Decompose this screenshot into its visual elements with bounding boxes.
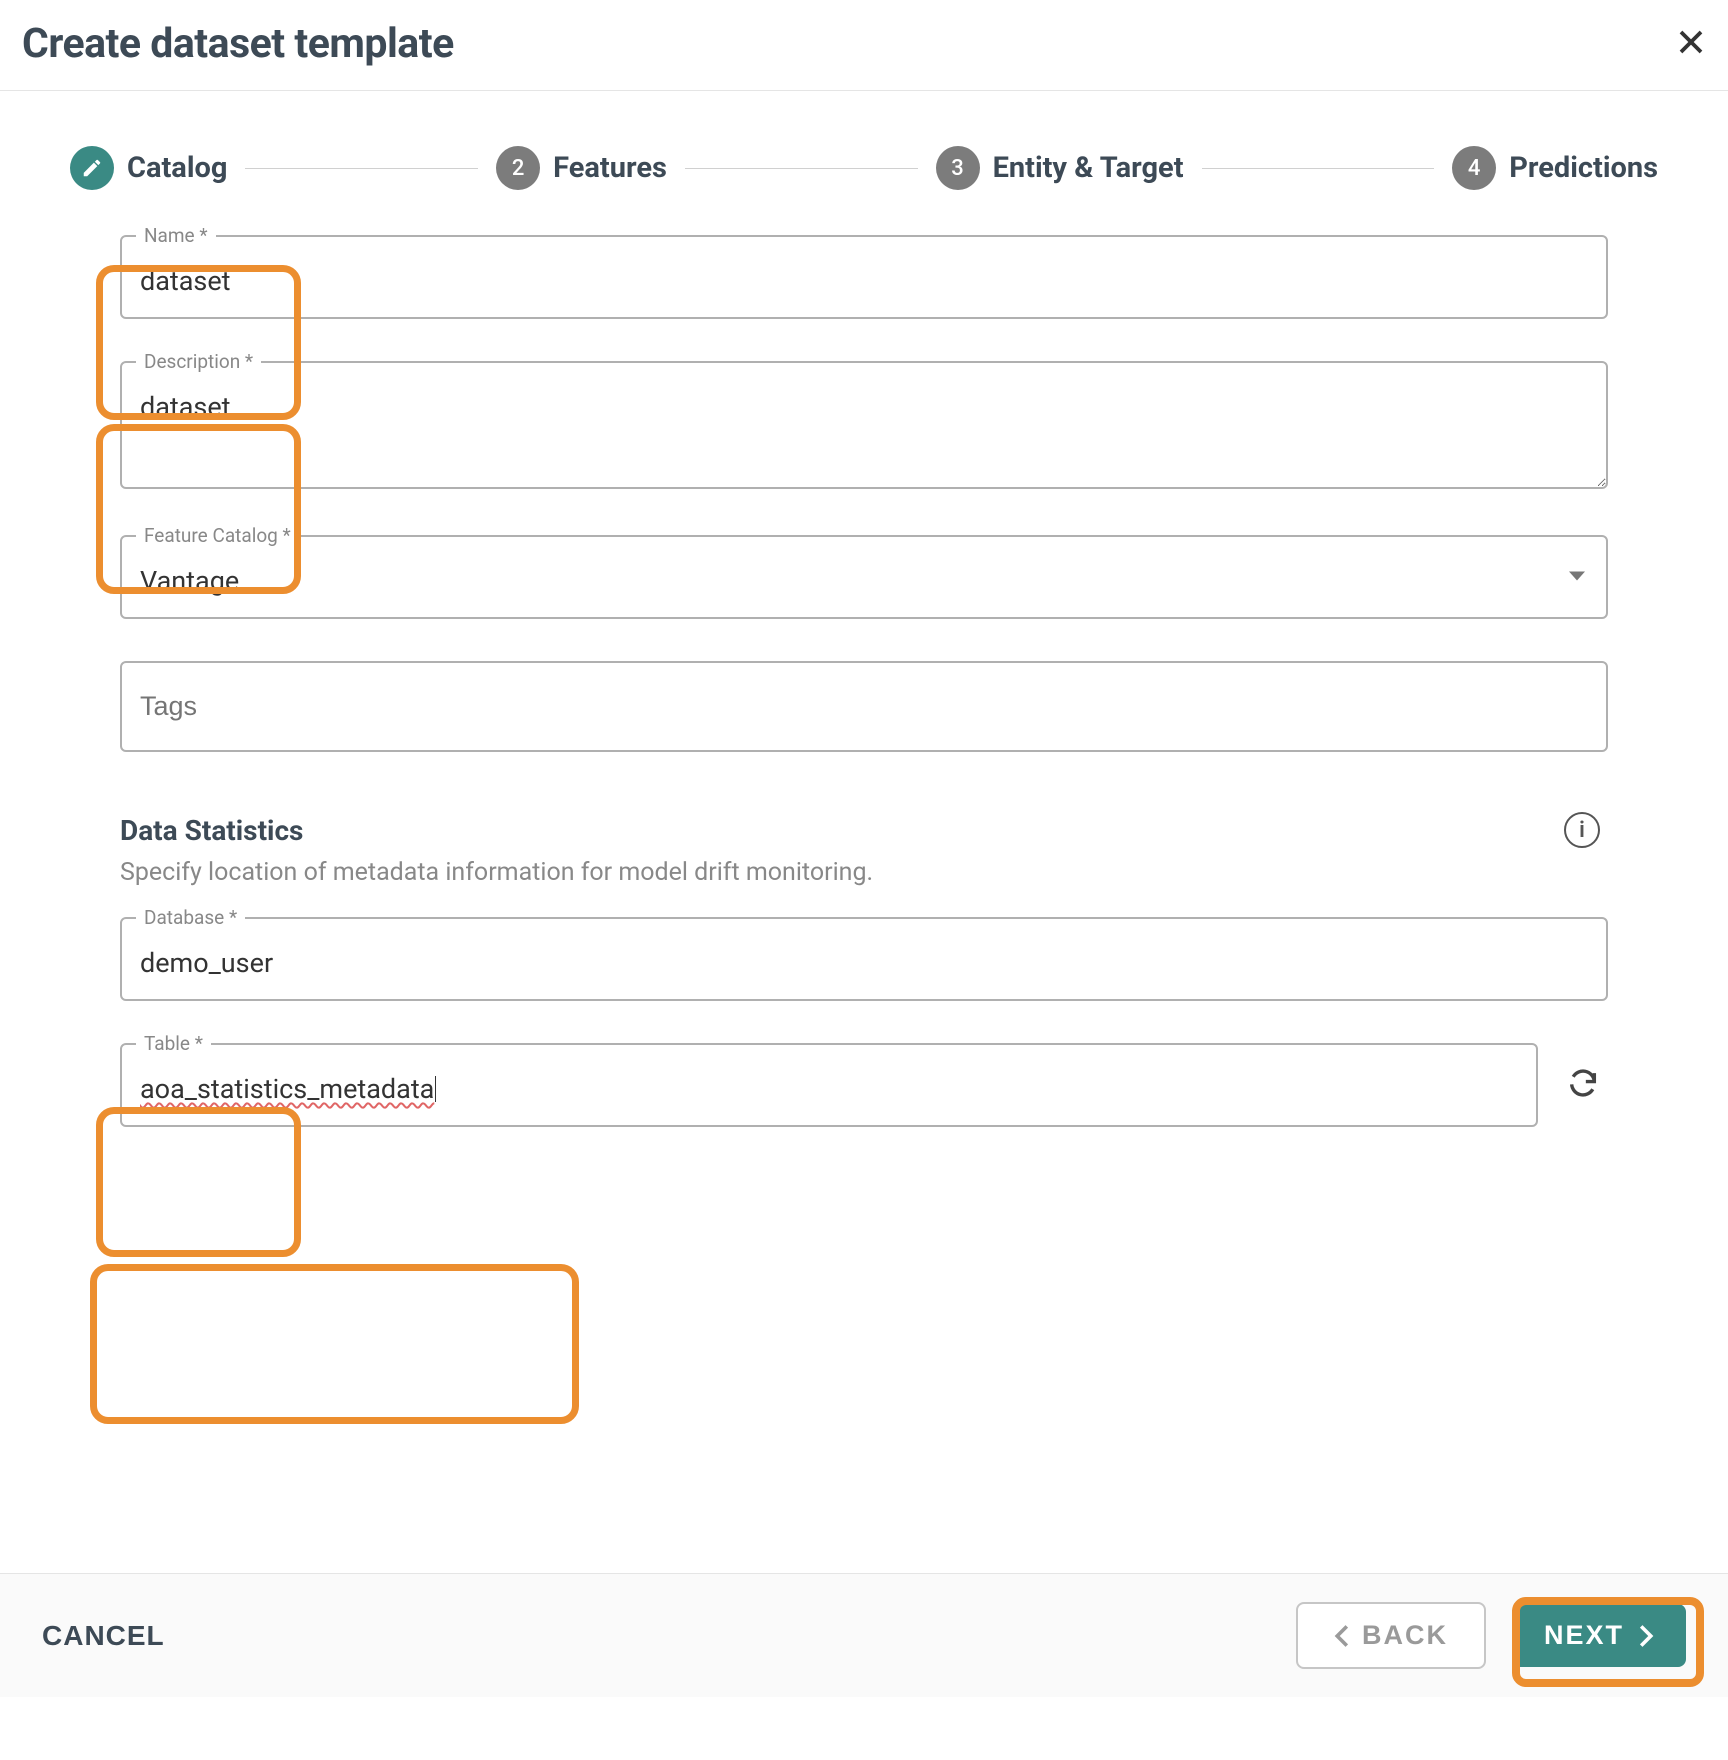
create-dataset-dialog: Create dataset template Catalog 2 Featur… — [0, 0, 1728, 1697]
step-divider — [245, 168, 478, 169]
database-field-wrap: Database * — [120, 917, 1608, 1001]
step-divider — [685, 168, 918, 169]
step-catalog[interactable]: Catalog — [70, 146, 227, 190]
table-input[interactable]: aoa_statistics_metadata — [120, 1043, 1538, 1127]
close-icon — [1676, 27, 1706, 57]
data-statistics-desc: Specify location of metadata information… — [120, 858, 1608, 887]
description-label: Description * — [136, 350, 261, 373]
feature-catalog-label: Feature Catalog * — [136, 524, 299, 547]
feature-catalog-select[interactable]: Vantage — [120, 535, 1608, 619]
table-input-text: aoa_statistics_metadata — [140, 1073, 434, 1105]
cancel-button[interactable]: CANCEL — [42, 1620, 165, 1652]
step-number: 4 — [1452, 146, 1496, 190]
tags-field-wrap — [120, 661, 1608, 752]
step-label: Predictions — [1509, 151, 1658, 185]
database-label: Database * — [136, 906, 245, 929]
step-number: 3 — [936, 146, 980, 190]
dialog-footer: CANCEL BACK NEXT — [0, 1573, 1728, 1697]
chevron-right-icon — [1638, 1624, 1654, 1648]
pencil-icon — [70, 146, 114, 190]
chevron-left-icon — [1334, 1624, 1350, 1648]
info-icon[interactable]: i — [1564, 812, 1600, 848]
section-title-text: Data Statistics — [120, 814, 303, 847]
next-button[interactable]: NEXT — [1512, 1604, 1686, 1667]
database-input[interactable] — [120, 917, 1608, 1001]
dialog-title: Create dataset template — [22, 20, 454, 68]
back-label: BACK — [1362, 1620, 1448, 1651]
name-label: Name * — [136, 224, 216, 247]
name-field-wrap: Name * — [120, 235, 1608, 319]
step-divider — [1202, 168, 1435, 169]
step-label: Entity & Target — [993, 151, 1184, 185]
step-entity-target[interactable]: 3 Entity & Target — [936, 146, 1184, 190]
name-input[interactable] — [120, 235, 1608, 319]
back-button[interactable]: BACK — [1296, 1602, 1486, 1669]
form-area: Name * Description * Feature Catalog * V… — [0, 235, 1728, 1573]
tags-input[interactable] — [120, 661, 1608, 752]
step-predictions[interactable]: 4 Predictions — [1452, 146, 1658, 190]
refresh-button[interactable] — [1558, 1058, 1608, 1112]
next-label: NEXT — [1544, 1620, 1624, 1651]
footer-right-buttons: BACK NEXT — [1296, 1602, 1686, 1669]
step-label: Features — [553, 151, 667, 185]
refresh-icon — [1566, 1066, 1600, 1100]
text-cursor — [435, 1076, 436, 1102]
table-field-wrap: Table * aoa_statistics_metadata — [120, 1043, 1538, 1127]
step-features[interactable]: 2 Features — [496, 146, 667, 190]
dialog-header: Create dataset template — [0, 0, 1728, 91]
step-number: 2 — [496, 146, 540, 190]
close-button[interactable] — [1676, 27, 1706, 61]
step-label: Catalog — [127, 151, 227, 185]
data-statistics-heading: Data Statistics i — [120, 812, 1608, 848]
table-label: Table * — [136, 1032, 211, 1055]
stepper: Catalog 2 Features 3 Entity & Target 4 P… — [0, 91, 1728, 235]
description-input[interactable] — [120, 361, 1608, 489]
description-field-wrap: Description * — [120, 361, 1608, 493]
table-field-row: Table * aoa_statistics_metadata — [120, 1043, 1608, 1127]
feature-catalog-field-wrap: Feature Catalog * Vantage — [120, 535, 1608, 619]
